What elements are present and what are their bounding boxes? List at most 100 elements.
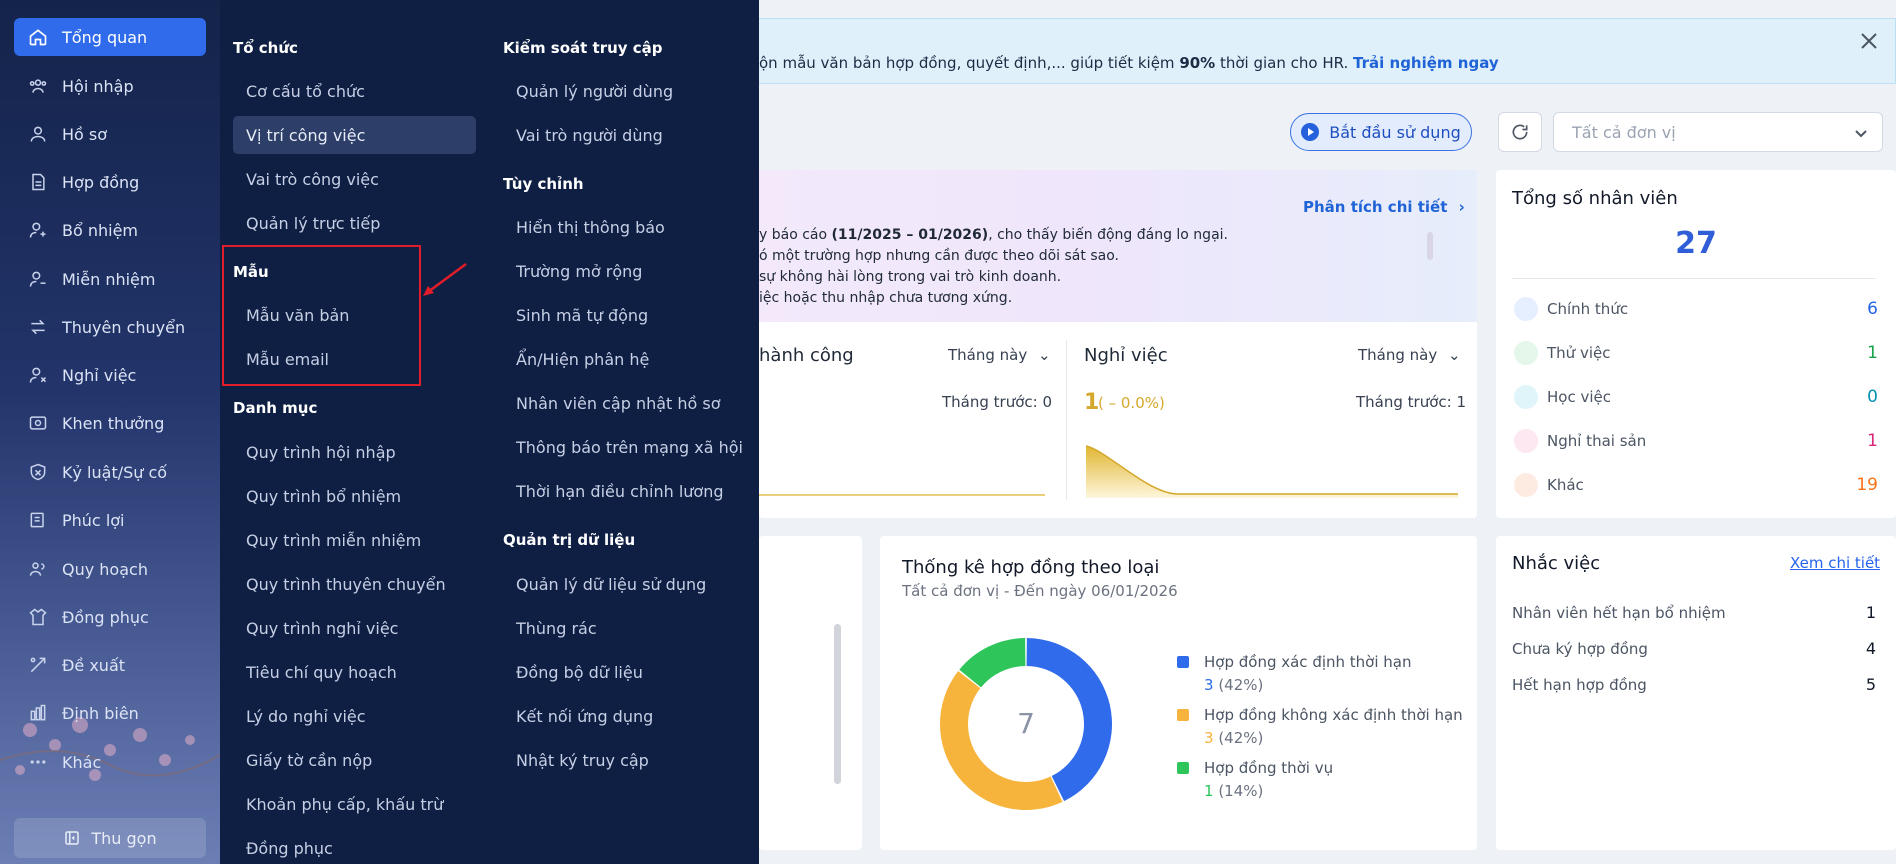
sidebar-item-label: Hợp đồng xyxy=(62,172,140,192)
benefit-icon xyxy=(30,512,44,528)
sidebar-item-onboarding[interactable]: Hội nhập xyxy=(14,67,206,105)
sidebar-item-label: Khác xyxy=(62,752,102,772)
menu-item-module-visibility[interactable]: Ẩn/Hiện phân hệ xyxy=(503,340,649,378)
employees-row-label: Học việc xyxy=(1547,388,1611,406)
promo-banner-text: ộn mẫu văn bản hợp đồng, quyết định,... … xyxy=(759,54,1499,72)
menu-item-job-position[interactable]: Vị trí công việc xyxy=(233,116,476,154)
menu-item-org-structure[interactable]: Cơ cấu tổ chức xyxy=(233,72,365,110)
sidebar-item-label: Hội nhập xyxy=(62,76,134,96)
users-icon xyxy=(29,79,47,93)
menu-item-appointment-process[interactable]: Quy trình bổ nhiệm xyxy=(233,477,401,515)
menu-item-auto-code[interactable]: Sinh mã tự động xyxy=(503,296,648,334)
sidebar-item-appointment[interactable]: Bổ nhiệm xyxy=(14,211,206,249)
menu-item-app-connections[interactable]: Kết nối ứng dụng xyxy=(503,697,653,735)
official-icon xyxy=(1514,297,1538,321)
sidebar-item-benefits[interactable]: Phúc lợi xyxy=(14,501,206,539)
sidebar-item-dismissal[interactable]: Miễn nhiệm xyxy=(14,260,206,298)
employees-row-label: Thử việc xyxy=(1547,344,1611,362)
menu-item-uniform[interactable]: Đồng phục xyxy=(233,829,333,864)
maternity-icon xyxy=(1514,429,1538,453)
menu-item-data-sync[interactable]: Đồng bộ dữ liệu xyxy=(503,653,643,691)
kpi-left-filter[interactable]: Tháng này ⌄ xyxy=(948,346,1051,364)
reminders-detail-link[interactable]: Xem chi tiết xyxy=(1790,554,1880,572)
sidebar-item-label: Đề xuất xyxy=(62,655,126,675)
menu-item-access-log[interactable]: Nhật ký truy cập xyxy=(503,741,649,779)
document-icon xyxy=(32,173,45,191)
analysis-line-2: ó một trường hợp nhưng cần được theo dõi… xyxy=(759,248,1119,264)
user-minus-icon xyxy=(29,271,46,287)
sidebar-item-other[interactable]: Khác xyxy=(14,743,206,781)
analysis-line-4: iệc hoặc thu nhập chưa tương xứng. xyxy=(759,290,1013,306)
kpi-left-title: hành công xyxy=(759,345,854,366)
menu-item-allowances-deductions[interactable]: Khoản phụ cấp, khấu trừ xyxy=(233,785,443,823)
kpi-resignation-sparkline xyxy=(1086,445,1458,498)
close-icon[interactable] xyxy=(1858,30,1880,52)
partial-card xyxy=(759,536,862,850)
start-using-button[interactable]: Bắt đầu sử dụng xyxy=(1290,113,1472,151)
employees-title: Tổng số nhân viên xyxy=(1512,188,1678,209)
sidebar-item-rewards[interactable]: Khen thưởng xyxy=(14,404,206,442)
refresh-button[interactable] xyxy=(1498,112,1542,152)
sidebar-item-label: Nghỉ việc xyxy=(62,365,137,385)
employees-total: 27 xyxy=(1675,226,1717,261)
kpi-right-filter[interactable]: Tháng này ⌄ xyxy=(1358,346,1461,364)
menu-item-job-role[interactable]: Vai trò công việc xyxy=(233,160,379,198)
other-icon xyxy=(1514,473,1538,497)
menu-item-transfer-process[interactable]: Quy trình thuyên chuyển xyxy=(233,565,446,603)
menu-item-direct-manager[interactable]: Quản lý trực tiếp xyxy=(233,204,380,242)
reminder-label: Nhân viên hết hạn bổ nhiệm xyxy=(1512,604,1726,622)
menu-item-resignation-reason[interactable]: Lý do nghỉ việc xyxy=(233,697,366,735)
probation-icon xyxy=(1514,341,1538,365)
menu-item-onboarding-process[interactable]: Quy trình hội nhập xyxy=(233,433,396,471)
sidebar-item-headcount[interactable]: Định biên xyxy=(14,694,206,732)
menu-section-data-admin: Quản trị dữ liệu xyxy=(503,531,636,549)
arrow-annotation-icon xyxy=(423,262,467,296)
menu-item-employee-profile-update[interactable]: Nhân viên cập nhật hồ sơ xyxy=(503,384,721,422)
unit-select[interactable]: Tất cả đơn vị xyxy=(1553,112,1883,152)
sidebar-item-uniform[interactable]: Đồng phục xyxy=(14,598,206,636)
kpi-divider xyxy=(1066,340,1067,500)
sidebar-item-label: Tổng quan xyxy=(62,27,148,47)
sidebar-item-overview[interactable]: Tổng quan xyxy=(14,18,206,56)
shirt-icon xyxy=(29,608,47,626)
refresh-icon xyxy=(1512,124,1528,140)
menu-item-planning-criteria[interactable]: Tiêu chí quy hoạch xyxy=(233,653,397,691)
home-icon xyxy=(29,29,47,46)
legend-swatch xyxy=(1177,656,1189,668)
contracts-total: 7 xyxy=(1017,707,1035,740)
analysis-line-1: y báo cáo (11/2025 – 01/2026), cho thấy … xyxy=(759,227,1228,243)
sidebar-item-profile[interactable]: Hồ sơ xyxy=(14,115,206,153)
donut-slice[interactable] xyxy=(940,671,1063,810)
kpi-resignation-change: ( – 0.0%) xyxy=(1098,394,1165,412)
sidebar-item-transfer[interactable]: Thuyên chuyển xyxy=(14,308,206,346)
try-now-link[interactable]: Trải nghiệm ngay xyxy=(1353,54,1499,72)
menu-item-social-notifications[interactable]: Thông báo trên mạng xã hội xyxy=(503,428,743,466)
menu-item-required-documents[interactable]: Giấy tờ cần nộp xyxy=(233,741,372,779)
sidebar-item-contracts[interactable]: Hợp đồng xyxy=(14,163,206,201)
user-x-icon xyxy=(29,367,47,383)
menu-item-resignation-process[interactable]: Quy trình nghỉ việc xyxy=(233,609,398,647)
menu-item-notification-display[interactable]: Hiển thị thông báo xyxy=(503,208,665,246)
sidebar-item-resignation[interactable]: Nghỉ việc xyxy=(14,356,206,394)
menu-item-salary-adjustment-deadline[interactable]: Thời hạn điều chỉnh lương xyxy=(503,472,724,510)
sidebar-item-label: Định biên xyxy=(62,703,139,723)
menu-item-user-roles[interactable]: Vai trò người dùng xyxy=(503,116,663,154)
menu-item-trash[interactable]: Thùng rác xyxy=(503,609,597,647)
partial-card-scrollbar[interactable] xyxy=(834,624,841,784)
sidebar-item-label: Kỷ luật/Sự cố xyxy=(62,462,168,482)
employees-row-label: Chính thức xyxy=(1547,300,1629,318)
analysis-detail-link[interactable]: Phân tích chi tiết › xyxy=(1303,198,1465,216)
menu-item-data-usage[interactable]: Quản lý dữ liệu sử dụng xyxy=(503,565,706,603)
sidebar-item-proposal[interactable]: Đề xuất xyxy=(14,646,206,684)
employees-row-value: 1 xyxy=(1867,431,1878,451)
plan-icon xyxy=(29,562,45,576)
collapse-sidebar-button[interactable]: Thu gọn xyxy=(14,818,206,858)
menu-item-dismissal-process[interactable]: Quy trình miễn nhiệm xyxy=(233,521,421,559)
kpi-left-prev: Tháng trước: 0 xyxy=(942,393,1053,411)
menu-item-user-management[interactable]: Quản lý người dùng xyxy=(503,72,673,110)
sidebar-item-label: Đồng phục xyxy=(62,607,149,627)
sidebar-item-planning[interactable]: Quy hoạch xyxy=(14,550,206,588)
analysis-scrollbar[interactable] xyxy=(1427,232,1433,260)
menu-item-extended-fields[interactable]: Trường mở rộng xyxy=(503,252,642,290)
sidebar-item-discipline[interactable]: Kỷ luật/Sự cố xyxy=(14,453,206,491)
